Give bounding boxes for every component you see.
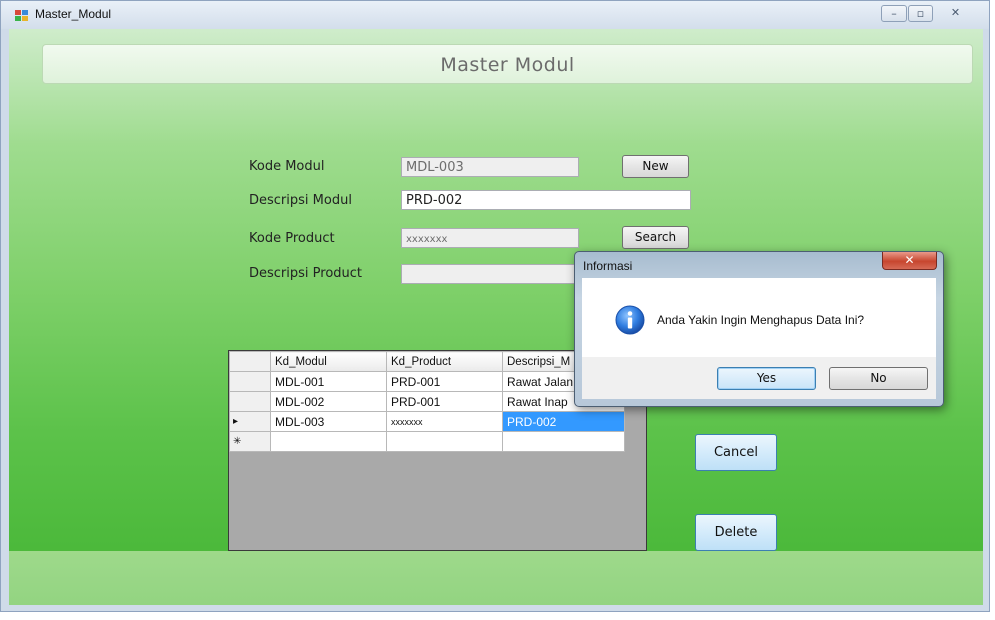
descripsi-modul-label: Descripsi Modul (249, 193, 352, 208)
dialog-close-button[interactable]: ✕ (882, 252, 937, 270)
table-row[interactable]: MDL-001 PRD-001 Rawat Jalan (229, 371, 625, 392)
row-header-corner (229, 351, 271, 372)
grid-cell[interactable] (386, 431, 503, 452)
kode-product-field[interactable] (401, 228, 579, 248)
info-icon (615, 305, 645, 335)
table-new-row[interactable]: ✳ (229, 431, 625, 452)
close-button[interactable]: ✕ (934, 5, 977, 22)
kode-modul-field[interactable] (401, 157, 579, 177)
grid-cell[interactable]: MDL-001 (270, 371, 387, 392)
window-title: Master_Modul (35, 7, 112, 21)
maximize-button[interactable]: ▫ (908, 5, 933, 22)
current-row-indicator-icon[interactable]: ▸ (229, 411, 271, 432)
dialog-body: Anda Yakin Ingin Menghapus Data Ini? (582, 278, 936, 357)
column-header-kd-modul[interactable]: Kd_Modul (270, 351, 387, 372)
footer-strip (9, 551, 983, 605)
search-button[interactable]: Search (622, 226, 689, 249)
grid-header-row: Kd_Modul Kd_Product Descripsi_M (229, 351, 625, 372)
grid-cell[interactable]: PRD-001 (386, 371, 503, 392)
no-button[interactable]: No (829, 367, 928, 390)
grid-cell-selected[interactable]: PRD-002 (502, 411, 625, 432)
row-header[interactable] (229, 391, 271, 412)
new-row-indicator-icon[interactable]: ✳ (229, 431, 271, 452)
kode-modul-label: Kode Modul (249, 159, 325, 174)
kode-product-label: Kode Product (249, 231, 335, 246)
delete-button[interactable]: Delete (695, 514, 777, 551)
grid-cell[interactable]: MDL-002 (270, 391, 387, 412)
minimize-button[interactable]: – (881, 5, 907, 22)
page-title: Master Modul (440, 54, 575, 76)
grid-cell[interactable]: MDL-003 (270, 411, 387, 432)
yes-button[interactable]: Yes (717, 367, 816, 390)
grid-cell[interactable]: PRD-001 (386, 391, 503, 412)
grid-cell[interactable] (270, 431, 387, 452)
table-row[interactable]: MDL-002 PRD-001 Rawat Inap (229, 391, 625, 412)
table-row[interactable]: ▸ MDL-003 xxxxxxx PRD-002 (229, 411, 625, 432)
new-button[interactable]: New (622, 155, 689, 178)
cancel-button[interactable]: Cancel (695, 434, 777, 471)
dialog-title: Informasi (583, 259, 633, 273)
app-icon (15, 10, 28, 21)
grid-table: Kd_Modul Kd_Product Descripsi_M MDL-001 … (229, 351, 625, 452)
descripsi-modul-field[interactable] (401, 190, 691, 210)
column-header-kd-product[interactable]: Kd_Product (386, 351, 503, 372)
descripsi-product-label: Descripsi Product (249, 266, 363, 281)
confirm-dialog: Informasi ✕ Anda Yakin Ingin Menghapus D… (574, 251, 944, 407)
header-panel: Master Modul (42, 44, 973, 84)
dialog-message: Anda Yakin Ingin Menghapus Data Ini? (657, 313, 865, 327)
grid-cell[interactable]: xxxxxxx (386, 411, 503, 432)
dialog-footer: Yes No (582, 357, 936, 399)
title-bar[interactable]: Master_Modul – ▫ ✕ (1, 1, 989, 29)
row-header[interactable] (229, 371, 271, 392)
grid-cell[interactable] (502, 431, 625, 452)
